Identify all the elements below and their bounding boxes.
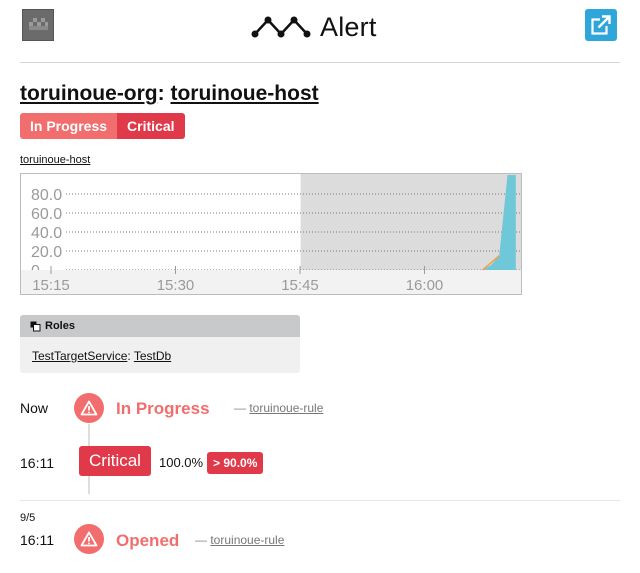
- org-link[interactable]: toruinoue-org: [20, 82, 158, 105]
- brand: Alert: [250, 10, 377, 44]
- metric-graph[interactable]: 020.040.060.080.015:1515:3015:4516:00: [20, 173, 522, 295]
- rule-link[interactable]: toruinoue-rule: [249, 401, 323, 415]
- alert-logo-icon: [251, 16, 311, 38]
- roles-header-label: Roles: [45, 320, 75, 332]
- rule-prefix: —: [234, 401, 246, 415]
- roles-header: Roles: [20, 315, 300, 337]
- chart-svg: 020.040.060.080.015:1515:3015:4516:00: [21, 174, 521, 294]
- level-badge: Critical: [117, 113, 185, 139]
- timeline-rule: — toruinoue-rule: [195, 533, 284, 547]
- metric-value: 100.0%: [159, 455, 204, 470]
- timeline-time: 16:11: [20, 532, 54, 548]
- x-tick-label: 15:45: [281, 277, 319, 294]
- title-separator: :: [157, 82, 165, 105]
- x-tick-label: 15:30: [157, 277, 195, 294]
- brand-text: Alert: [320, 11, 377, 42]
- service-link[interactable]: TestTargetService: [32, 349, 127, 363]
- x-axis-band: [21, 270, 521, 294]
- role-link[interactable]: TestDb: [134, 349, 171, 363]
- rule-link[interactable]: toruinoue-rule: [210, 533, 284, 547]
- status-badges: In Progress Critical: [20, 113, 185, 139]
- timeline-rule: — toruinoue-rule: [234, 401, 323, 415]
- threshold-badge: > 90.0%: [207, 452, 264, 474]
- alert-period-shade: [300, 174, 521, 270]
- roles-icon: [30, 321, 41, 331]
- roles-panel: Roles TestTargetService: TestDb: [20, 315, 300, 373]
- page-title: toruinoue-org: toruinoue-host: [20, 82, 319, 106]
- timeline-status: In Progress: [116, 399, 210, 418]
- y-tick-label: 60.0: [31, 206, 62, 223]
- warning-icon: [74, 393, 104, 423]
- external-link-icon[interactable]: [585, 9, 617, 41]
- timeline-separator: [20, 500, 620, 501]
- rule-prefix: —: [195, 533, 207, 547]
- timeline-date: 9/5: [20, 512, 36, 524]
- y-tick-label: 20.0: [31, 244, 62, 261]
- x-tick-label: 16:00: [406, 277, 444, 294]
- y-tick-label: 80.0: [31, 187, 62, 204]
- timeline-time: Now: [20, 400, 49, 416]
- critical-level-badge: Critical: [79, 446, 151, 476]
- timeline-time: 16:11: [20, 455, 54, 471]
- graph-title-link[interactable]: toruinoue-host: [20, 154, 90, 166]
- y-tick-label: 40.0: [31, 225, 62, 242]
- host-link[interactable]: toruinoue-host: [170, 82, 318, 105]
- header-divider: [20, 62, 620, 63]
- header: Alert: [0, 0, 640, 62]
- mackerel-logo-icon[interactable]: [22, 9, 54, 41]
- warning-icon: [74, 524, 104, 554]
- status-badge: In Progress: [20, 113, 118, 139]
- roles-body: TestTargetService: TestDb: [20, 337, 300, 363]
- timeline-status: Opened: [116, 531, 180, 550]
- x-tick-label: 15:15: [32, 277, 70, 294]
